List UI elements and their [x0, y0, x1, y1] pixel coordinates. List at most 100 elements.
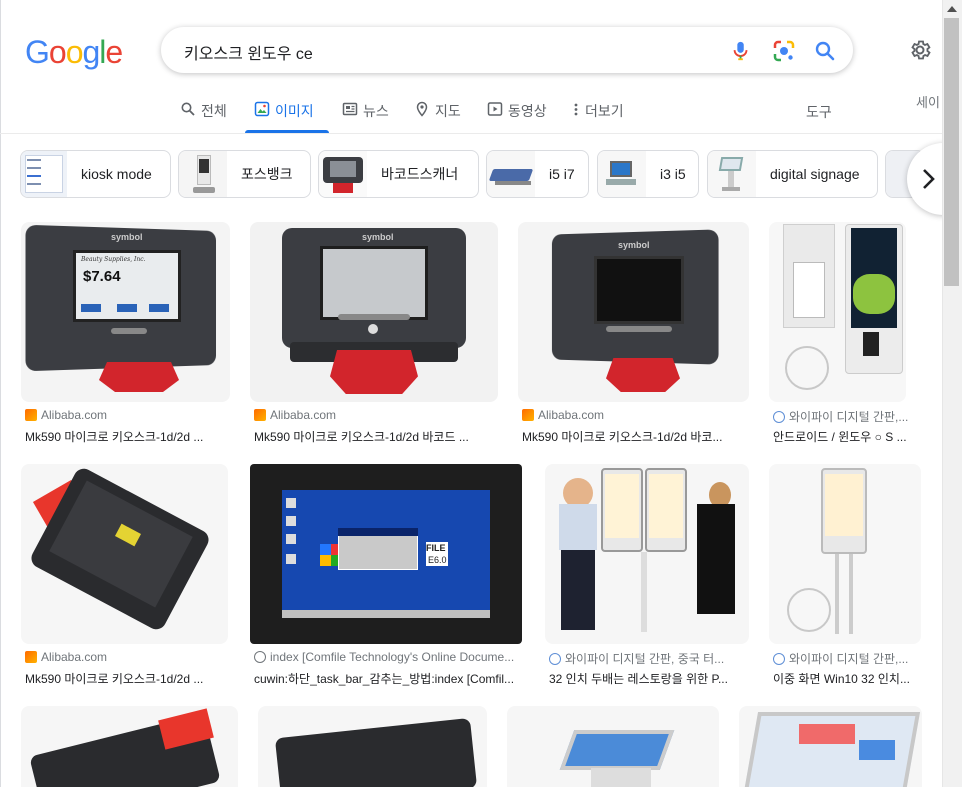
source-text: index [Comfile Technology's Online Docum… — [270, 650, 515, 664]
screen-version-text: E6.0 — [428, 555, 447, 565]
logo-letter: o — [65, 34, 84, 70]
result-source[interactable]: index [Comfile Technology's Online Docum… — [254, 650, 514, 664]
result-source[interactable]: Alibaba.com — [522, 408, 604, 422]
chevron-right-icon — [923, 169, 935, 189]
result-thumbnail[interactable]: FILE E6.0 — [250, 464, 522, 644]
tab-label: 전체 — [201, 103, 227, 119]
globe-favicon-icon — [254, 651, 266, 663]
scrollbar-thumb[interactable] — [944, 18, 959, 286]
chip-i3-i5[interactable]: i3 i5 — [597, 150, 699, 198]
logo-letter: o — [48, 34, 67, 70]
result-title[interactable]: Mk590 마이크로 키오스크-1d/2d 바코드 ... — [254, 428, 494, 445]
result-source[interactable]: 와이파이 디지털 간판,... — [773, 408, 908, 425]
source-text: Alibaba.com — [41, 408, 108, 422]
result-thumbnail[interactable] — [739, 706, 922, 787]
globe-favicon-icon — [549, 652, 561, 665]
source-text: 와이파이 디지털 간판, 중국 터... — [565, 652, 725, 666]
chip-digital-signage[interactable]: digital signage — [707, 150, 878, 198]
result-thumbnail[interactable] — [258, 706, 487, 787]
source-text: 와이파이 디지털 간판,... — [789, 652, 909, 666]
result-thumbnail[interactable] — [21, 464, 228, 644]
alibaba-favicon-icon — [522, 409, 534, 421]
search-input[interactable]: 키오스크 윈도우 ce — [184, 40, 313, 64]
chip-thumbnail — [708, 151, 756, 197]
image-icon — [254, 101, 270, 117]
result-title[interactable]: 안드로이드 / 윈도우 ○ S ... — [773, 428, 923, 445]
tools-button[interactable]: 도구 — [806, 102, 832, 122]
tab-all[interactable]: 전체 — [180, 96, 227, 132]
result-thumbnail[interactable]: symbol — [518, 222, 749, 402]
screen-file-text: FILE — [426, 543, 446, 553]
result-title[interactable]: 이중 화면 Win10 32 인치... — [773, 670, 925, 687]
logo-letter: g — [82, 34, 100, 70]
alibaba-favicon-icon — [25, 409, 37, 421]
tab-label: 이미지 — [275, 103, 314, 119]
tab-label: 더보기 — [585, 103, 624, 119]
screen-store-text: Beauty Supplies, Inc. — [81, 256, 146, 263]
result-source[interactable]: 와이파이 디지털 간판, 중국 터... — [549, 650, 724, 667]
chip-thumbnail — [487, 151, 535, 197]
search-box[interactable]: 키오스크 윈도우 ce — [161, 27, 853, 73]
tab-label: 지도 — [435, 103, 461, 119]
result-title[interactable]: cuwin:하단_task_bar_감추는_방법:index [Comfil..… — [254, 670, 524, 687]
tab-more[interactable]: 더보기 — [572, 96, 624, 132]
search-icon — [181, 102, 195, 116]
result-title[interactable]: Mk590 마이크로 키오스크-1d/2d ... — [25, 670, 225, 687]
result-thumbnail[interactable] — [21, 706, 238, 787]
result-title[interactable]: 32 인치 두배는 레스토랑을 위한 P... — [549, 670, 749, 687]
device-brand-text: symbol — [618, 240, 650, 250]
source-text: Alibaba.com — [270, 408, 337, 422]
result-thumbnail[interactable] — [545, 464, 749, 644]
tab-maps[interactable]: 지도 — [414, 96, 461, 132]
chip-barcode-scanner[interactable]: 바코드스캐너 — [318, 150, 479, 198]
more-vert-icon — [574, 103, 578, 116]
result-thumbnail[interactable] — [507, 706, 719, 787]
search-icon[interactable] — [813, 39, 837, 63]
globe-favicon-icon — [773, 652, 785, 665]
safesearch-label[interactable]: 세이 — [916, 92, 940, 111]
tab-news[interactable]: 뉴스 — [342, 96, 389, 132]
chip-label: i3 i5 — [660, 166, 686, 182]
result-thumbnail[interactable]: symbol — [250, 222, 498, 402]
map-pin-icon — [416, 101, 428, 117]
gear-icon[interactable] — [908, 38, 932, 62]
chip-i5-i7[interactable]: i5 i7 — [486, 150, 589, 198]
source-text: Alibaba.com — [538, 408, 605, 422]
chip-posbank[interactable]: 포스뱅크 — [178, 150, 311, 198]
result-title[interactable]: Mk590 마이크로 키오스크-1d/2d ... — [25, 428, 225, 445]
result-source[interactable]: Alibaba.com — [254, 408, 336, 422]
header-divider — [0, 133, 942, 134]
source-text: 와이파이 디지털 간판,... — [789, 410, 909, 424]
result-source[interactable]: 와이파이 디지털 간판,... — [773, 650, 908, 667]
globe-favicon-icon — [773, 410, 785, 423]
tab-images[interactable]: 이미지 — [245, 96, 329, 133]
chip-thumbnail — [179, 151, 227, 197]
alibaba-favicon-icon — [254, 409, 266, 421]
chip-thumbnail — [21, 151, 67, 197]
tab-label: 동영상 — [508, 103, 547, 119]
device-brand-text: symbol — [362, 232, 394, 242]
chip-label: 바코드스캐너 — [381, 166, 459, 182]
logo-letter: e — [105, 34, 123, 70]
news-icon — [342, 102, 358, 116]
result-thumbnail[interactable] — [769, 464, 921, 644]
google-logo[interactable]: Google — [25, 34, 123, 71]
microphone-icon[interactable] — [730, 39, 752, 63]
scroll-up-arrow-icon[interactable] — [947, 6, 957, 12]
chip-label: 포스뱅크 — [241, 166, 293, 182]
video-icon — [487, 102, 503, 116]
result-source[interactable]: Alibaba.com — [25, 408, 107, 422]
device-brand-text: symbol — [111, 232, 143, 242]
result-thumbnail[interactable] — [769, 222, 906, 402]
google-lens-icon[interactable] — [772, 39, 796, 63]
tab-videos[interactable]: 동영상 — [487, 96, 547, 132]
result-thumbnail[interactable]: symbol Beauty Supplies, Inc. $7.64 — [21, 222, 230, 402]
chip-kiosk-mode[interactable]: kiosk mode — [20, 150, 171, 198]
source-text: Alibaba.com — [41, 650, 108, 664]
result-title[interactable]: Mk590 마이크로 키오스크-1d/2d 바코... — [522, 428, 746, 445]
result-source[interactable]: Alibaba.com — [25, 650, 107, 664]
chip-label: i5 i7 — [549, 166, 575, 182]
chip-thumbnail — [319, 151, 367, 197]
alibaba-favicon-icon — [25, 651, 37, 663]
logo-letter: G — [25, 34, 50, 70]
